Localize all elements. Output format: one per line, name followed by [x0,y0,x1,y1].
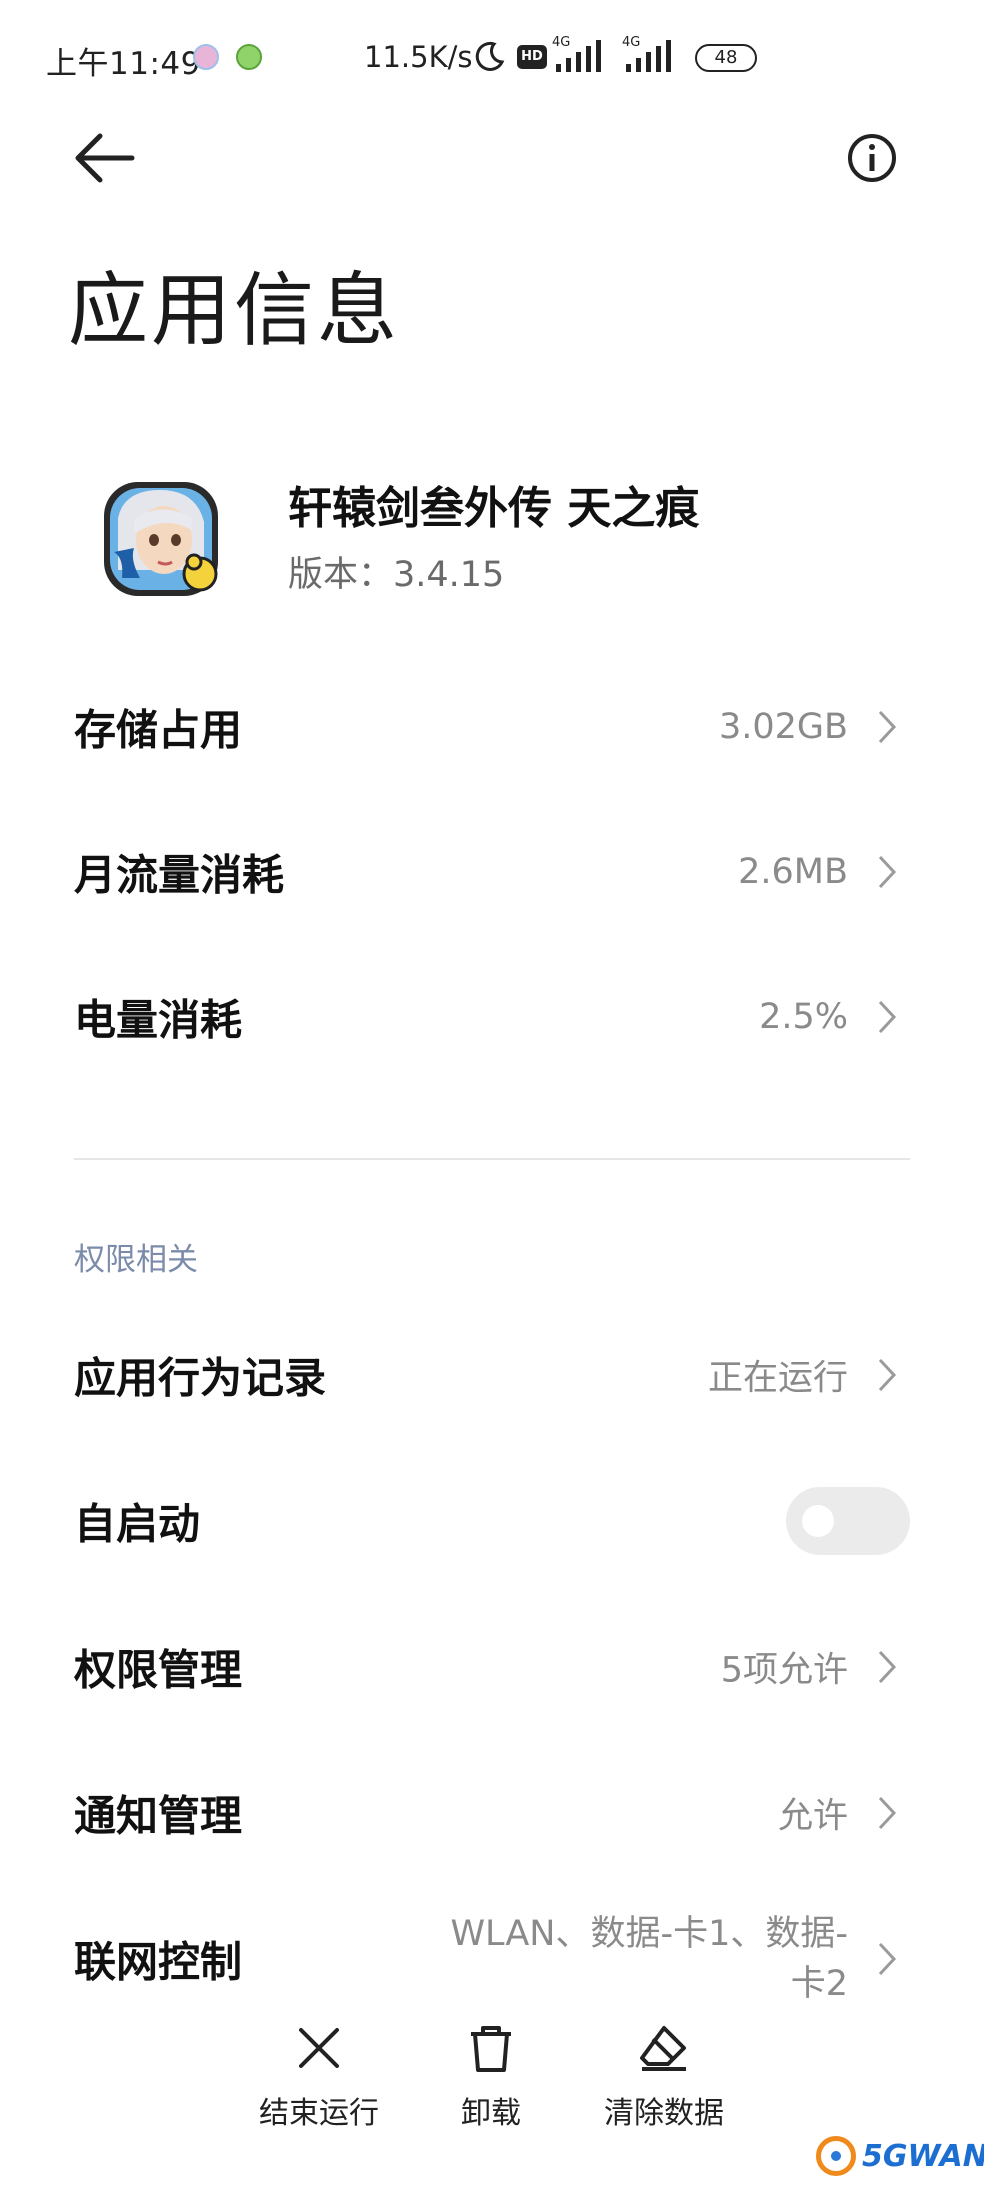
app-info-page: 上午11:49 11.5K/s HD 4G 4G 48 应用信息 轩辕剑叁外传 … [0,0,984,2187]
network-control-value: WLAN、数据-卡1、数据-卡2 [450,1914,848,2004]
battery-indicator: 48 [695,44,757,72]
chevron-right-icon [878,1358,897,1392]
signal-strength-sim1-icon: 4G [552,35,601,72]
hd-voice-badge: HD [517,45,547,69]
signal-sim2-label: 4G [622,35,640,50]
storage-usage-value: 3.02GB [718,707,848,747]
watermark-logo-icon [816,2136,856,2176]
watermark-text: 5GWAN [862,2138,984,2174]
chevron-right-icon [878,1942,897,1976]
behavior-record-value: 正在运行 [707,1358,848,1399]
app-details-info-button[interactable] [846,132,898,184]
clear-data-label: 清除数据 [604,2096,724,2131]
app-version: 版本：3.4.15 [288,555,505,595]
monthly-data-usage-row[interactable]: 月流量消耗 2.6MB [0,807,984,937]
network-control-label: 联网控制 [74,1937,243,1987]
notification-management-value: 允许 [777,1796,848,1837]
do-not-disturb-moon-icon [475,41,505,71]
permission-management-label: 权限管理 [74,1645,243,1695]
permission-management-value: 5项允许 [720,1650,848,1691]
chevron-right-icon [878,1650,897,1684]
battery-usage-value: 2.5% [759,997,848,1037]
force-stop-label: 结束运行 [259,2096,379,2131]
notification-app-icon [193,44,219,70]
storage-usage-label: 存储占用 [74,705,243,755]
force-stop-button[interactable]: 结束运行 [229,2022,409,2152]
chevron-right-icon [878,1796,897,1830]
permission-management-row[interactable]: 权限管理 5项允许 [0,1602,984,1732]
status-time: 上午11:49 [46,46,201,82]
app-name: 轩辕剑叁外传 天之痕 [288,483,700,534]
autostart-toggle[interactable] [786,1487,910,1555]
app-behavior-record-row[interactable]: 应用行为记录 正在运行 [0,1310,984,1440]
chevron-right-icon [878,710,897,744]
notification-management-row[interactable]: 通知管理 允许 [0,1748,984,1878]
chevron-right-icon [878,1000,897,1034]
signal-sim1-label: 4G [552,35,570,50]
app-avatar-icon [104,482,218,596]
autostart-row: 自启动 [0,1456,984,1586]
trash-icon [471,2026,511,2072]
back-arrow-icon [75,133,135,183]
notification-game-icon [236,44,262,70]
toggle-knob [802,1505,834,1537]
clear-data-button[interactable]: 清除数据 [574,2022,754,2152]
info-icon [848,134,896,182]
status-bar: 上午11:49 11.5K/s HD 4G 4G 48 [0,0,984,116]
network-control-row[interactable]: 联网控制 WLAN、数据-卡1、数据-卡2 [0,1894,984,2024]
network-speed: 11.5K/s [364,40,473,74]
permissions-section-title: 权限相关 [74,1242,198,1278]
section-divider [74,1158,910,1160]
behavior-record-label: 应用行为记录 [74,1353,327,1403]
back-button[interactable] [70,128,140,188]
chevron-right-icon [878,855,897,889]
notification-management-label: 通知管理 [74,1791,243,1841]
signal-strength-sim2-icon: 4G [622,35,671,72]
app-icon [100,478,222,600]
autostart-label: 自启动 [74,1499,201,1549]
eraser-icon [640,2026,686,2071]
uninstall-label: 卸载 [461,2096,521,2131]
battery-usage-label: 电量消耗 [74,995,243,1045]
monthly-data-value: 2.6MB [738,852,848,892]
page-title: 应用信息 [68,264,400,357]
close-x-icon [299,2028,339,2068]
battery-usage-row[interactable]: 电量消耗 2.5% [0,952,984,1082]
monthly-data-label: 月流量消耗 [74,850,285,900]
site-watermark: 5GWAN [816,2134,984,2178]
storage-usage-row[interactable]: 存储占用 3.02GB [0,662,984,792]
uninstall-button[interactable]: 卸载 [401,2022,581,2152]
